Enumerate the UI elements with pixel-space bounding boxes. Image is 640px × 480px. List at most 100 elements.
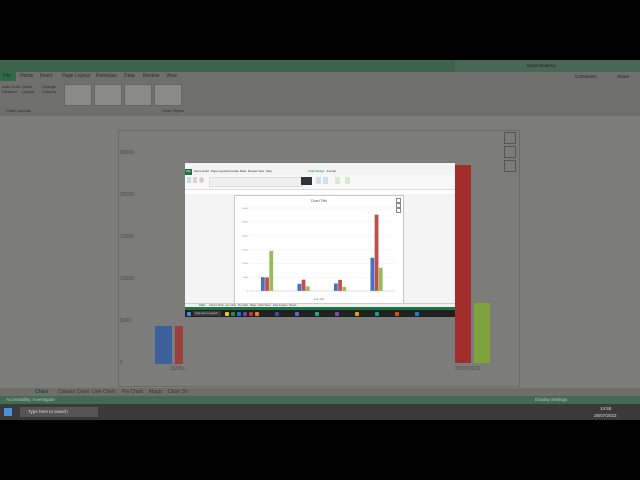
tab-view[interactable]: View	[258, 169, 264, 173]
bg-tab-review[interactable]: Review	[143, 73, 159, 79]
bg-chart-styles-icon[interactable]	[504, 146, 516, 158]
bg-sheet-tab[interactable]: Magic	[149, 389, 162, 395]
bg-sheet-tabs: Chart Column Chart Line Chart Pie Chart …	[0, 388, 640, 396]
chart-styles-gallery[interactable]	[209, 177, 303, 187]
chart-object[interactable]: Chart Title 0 5000 10000 15000 20000 25000 300…	[234, 195, 404, 304]
tab-format[interactable]: Format	[327, 169, 336, 173]
bg-tab-view[interactable]: View	[166, 73, 177, 79]
bg-tab-insert[interactable]: Insert	[40, 73, 53, 79]
edge-icon[interactable]	[237, 311, 241, 316]
y-tick-label: 20000	[242, 235, 249, 237]
chart-bar[interactable]	[269, 250, 274, 291]
chart-bar[interactable]	[378, 267, 383, 291]
change-colors-icon[interactable]	[199, 177, 204, 183]
bg-change-colours[interactable]: Change Colours	[42, 84, 60, 94]
taskbar: Type here to search	[185, 310, 455, 317]
file-explorer-icon[interactable]	[225, 311, 229, 316]
bg-bar-green	[474, 303, 490, 363]
change-chart-type-icon[interactable]	[335, 177, 340, 184]
bg-tab-formulas[interactable]: Formulas	[96, 73, 117, 79]
bg-add-chart-element[interactable]: Add Chart Element	[2, 84, 22, 94]
bg-tab-data[interactable]: Data	[124, 73, 135, 79]
bg-tab-page-layout[interactable]: Page Layout	[62, 73, 90, 79]
bg-tab-file[interactable]: File	[3, 73, 11, 79]
tab-help[interactable]: Help	[266, 169, 272, 173]
app-icon[interactable]	[375, 311, 379, 316]
bg-sheet-tab[interactable]: Pie Chart	[122, 389, 143, 395]
excel-window: Home Insert Page Layout Formulas Data Re…	[185, 163, 455, 317]
bg-share-button[interactable]: Share	[617, 74, 629, 79]
app-icon[interactable]	[355, 311, 359, 316]
bg-ytick: 15000	[120, 276, 134, 282]
bg-chart-elements-icon[interactable]	[504, 132, 516, 144]
bg-x-label-left: 31/05/...	[170, 366, 189, 372]
bg-chart-styles-group: Chart Styles	[162, 108, 184, 113]
bg-chart-filter-icon[interactable]	[504, 160, 516, 172]
bg-quick-layout[interactable]: Quick Layout	[22, 84, 38, 94]
bg-tab-home[interactable]: Home	[20, 73, 33, 79]
bg-right-panel: Nana Boateng Comments Share 29/07/2023	[455, 60, 640, 420]
bg-sheet-tab[interactable]: Chart Sh	[168, 389, 188, 395]
add-chart-element-icon[interactable]	[187, 177, 191, 183]
bg-sheet-tab[interactable]: Column Chart	[58, 389, 89, 395]
chart-bar[interactable]	[342, 286, 347, 291]
taskbar-search[interactable]: Type here to search	[193, 311, 221, 316]
excel-icon[interactable]	[231, 311, 235, 316]
bg-start-icon[interactable]	[4, 408, 12, 416]
tab-formulas[interactable]: Formulas	[227, 169, 239, 173]
chart-bar[interactable]	[265, 277, 269, 291]
app-icon[interactable]	[395, 311, 399, 316]
select-data-icon[interactable]	[323, 177, 328, 184]
y-tick-label: 0	[247, 291, 249, 293]
chart-bar[interactable]	[301, 279, 306, 291]
bg-ytick: 30000	[120, 150, 134, 156]
y-tick-label: 25000	[242, 222, 249, 224]
switch-row-column-icon[interactable]	[316, 177, 321, 184]
tab-data[interactable]: Data	[240, 169, 246, 173]
chart-bar[interactable]	[338, 279, 342, 291]
app-icon[interactable]	[255, 311, 259, 316]
chart-filter-icon[interactable]	[396, 208, 401, 213]
teams-icon[interactable]	[295, 311, 299, 316]
app-icon[interactable]	[335, 311, 339, 316]
bg-account-name: Nana Boateng	[527, 63, 556, 68]
bg-ytick: 5000	[120, 318, 132, 324]
powerpoint-icon[interactable]	[249, 311, 253, 316]
bg-taskbar-date: 26/07/2023	[594, 413, 617, 418]
tab-review[interactable]: Review	[248, 169, 257, 173]
bg-taskbar-search[interactable]: Type here to search	[20, 407, 98, 417]
x-axis-title[interactable]: Axis Title	[314, 297, 325, 301]
bg-bar-red-tall	[455, 165, 471, 363]
bg-ytick: 0	[120, 360, 123, 366]
column-chart: Chart Title 0 5000 10000 15000 20000 25000 300…	[242, 199, 395, 301]
app-icon[interactable]	[415, 311, 419, 316]
bg-x-label-right: 29/07/2023	[455, 366, 481, 372]
chart-title[interactable]: Chart Title	[311, 199, 327, 203]
y-tick-label: 30000	[242, 208, 249, 210]
chart-bar[interactable]	[260, 277, 265, 291]
tab-insert[interactable]: Insert	[202, 169, 209, 173]
move-chart-icon[interactable]	[345, 177, 350, 184]
selected-chart-style[interactable]	[301, 177, 312, 185]
tab-page-layout[interactable]: Page Layout	[211, 169, 227, 173]
chart-bar[interactable]	[333, 283, 338, 291]
y-tick-label: 15000	[242, 249, 249, 251]
bg-accessibility-status[interactable]: Accessibility: Investigate	[6, 397, 55, 402]
chart-bar[interactable]	[297, 283, 302, 291]
bg-sheet-tab[interactable]: Chart	[35, 389, 48, 395]
app-icon[interactable]	[315, 311, 319, 316]
chart-bar[interactable]	[305, 286, 310, 291]
bg-display-settings[interactable]: Display Settings	[535, 397, 567, 402]
bg-ytick: 20000	[120, 234, 134, 240]
ribbon	[185, 175, 455, 190]
chart-bar[interactable]	[370, 257, 375, 291]
start-icon[interactable]	[187, 311, 191, 316]
bg-sheet-tab[interactable]: Line Chart	[92, 389, 115, 395]
word-icon[interactable]	[275, 311, 279, 316]
tab-chart-design[interactable]: Chart Design	[308, 169, 324, 173]
bg-comments-button[interactable]: Comments	[575, 74, 597, 79]
quick-layout-icon[interactable]	[193, 177, 197, 183]
tab-home[interactable]: Home	[194, 169, 201, 173]
onenote-icon[interactable]	[243, 311, 247, 316]
chart-bar[interactable]	[374, 214, 379, 291]
